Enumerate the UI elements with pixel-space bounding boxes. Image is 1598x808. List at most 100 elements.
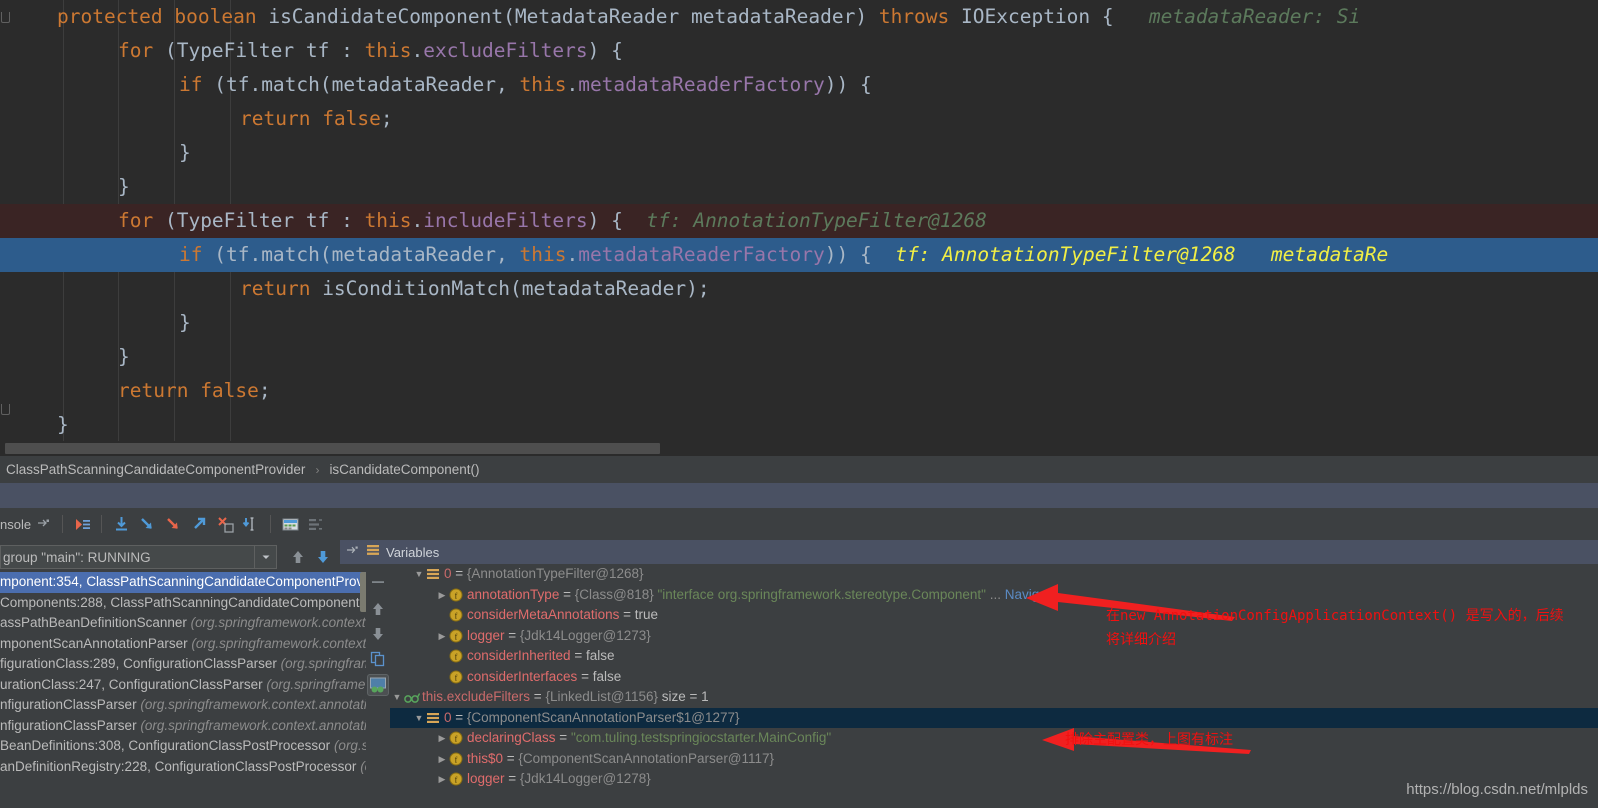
remove-watch-button[interactable] — [367, 571, 389, 593]
frame-row[interactable]: Components:288, ClassPathScanningCandida… — [0, 593, 375, 614]
frame-row[interactable]: nfigurationClassParser (org.springframew… — [0, 695, 375, 716]
code-token: this — [364, 209, 412, 232]
frame-row-label: nfigurationClassParser — [0, 717, 141, 733]
step-out-button[interactable] — [187, 512, 211, 536]
variable-equals: = — [555, 730, 571, 745]
chevron-down-icon[interactable]: ▼ — [412, 564, 426, 585]
move-down-button[interactable] — [367, 623, 389, 645]
variable-row[interactable]: ▶ f this$0 = {ComponentScanAnnotationParse… — [390, 749, 1598, 770]
frame-row[interactable]: mponentScanAnnotationParser (org.springf… — [0, 634, 375, 655]
variable-value: {Jdk14Logger@1273} — [519, 627, 651, 643]
editor-scrollbar-thumb[interactable] — [5, 443, 660, 454]
frame-row[interactable]: BeanDefinitions:308, ConfigurationClassP… — [0, 736, 375, 757]
code-token: return — [240, 277, 323, 300]
code-line[interactable]: return false; — [0, 102, 1598, 136]
variable-value: {AnnotationTypeFilter@1268} — [466, 566, 644, 581]
breadcrumb-method[interactable]: isCandidateComponent() — [327, 462, 481, 477]
frame-row[interactable]: assPathBeanDefinitionScanner (org.spring… — [0, 613, 375, 634]
code-token: this — [364, 39, 412, 62]
frame-row[interactable]: anDefinitionRegistry:228, ConfigurationC… — [0, 757, 375, 778]
code-line[interactable]: if (tf.match(metadataReader, this.metada… — [0, 238, 1598, 272]
code-line[interactable]: } — [0, 170, 1598, 204]
frame-row-label: assPathBeanDefinitionScanner — [0, 615, 191, 630]
code-token: ; — [380, 107, 393, 130]
frames-down-button[interactable] — [312, 546, 334, 568]
code-token: metadataReaderFactory — [578, 243, 825, 266]
chevron-down-icon[interactable]: ▼ — [412, 708, 426, 729]
svg-text:f: f — [455, 653, 458, 662]
step-into-button[interactable] — [135, 512, 159, 536]
breadcrumb-class[interactable]: ClassPathScanningCandidateComponentProvi… — [4, 462, 307, 477]
force-step-into-button[interactable] — [161, 512, 185, 536]
step-over-button[interactable] — [109, 512, 133, 536]
code-line[interactable]: return false; — [0, 374, 1598, 408]
code-line[interactable]: } — [0, 340, 1598, 374]
variable-name: considerInherited — [467, 648, 571, 663]
frame-row[interactable]: figurationClass:289, ConfigurationClassP… — [0, 654, 375, 675]
code-line[interactable]: } — [0, 408, 1598, 442]
variable-row[interactable]: ▶ f logger = {Jdk14Logger@1273} — [390, 626, 1598, 647]
variable-equals: = — [504, 771, 520, 786]
variable-value: false — [585, 648, 615, 663]
variable-value: {ComponentScanAnnotationParser$1@1277} — [466, 709, 740, 725]
variables-tab-row: Variables — [340, 540, 1598, 564]
code-token: (MetadataReader metadataReader) — [503, 5, 879, 28]
drop-frame-button[interactable] — [213, 512, 237, 536]
frame-row[interactable]: nfigurationClassParser (org.springframew… — [0, 716, 375, 737]
chevron-right-icon[interactable]: ▶ — [435, 585, 449, 606]
pin-icon — [36, 516, 50, 533]
variable-row[interactable]: f considerMetaAnnotations = true — [390, 605, 1598, 626]
chevron-right-icon[interactable]: ▶ — [435, 769, 449, 790]
navigate-link[interactable]: Navigate — [1005, 587, 1058, 602]
code-token: if — [179, 243, 215, 266]
frame-row[interactable]: urationClass:247, ConfigurationClassPars… — [0, 675, 375, 696]
code-editor[interactable]: protected boolean isCandidateComponent(M… — [0, 0, 1598, 455]
thread-selector[interactable]: group "main": RUNNING — [0, 545, 277, 569]
variable-equals: = — [559, 586, 575, 602]
code-line[interactable]: if (tf.match(metadataReader, this.metada… — [0, 68, 1598, 102]
watches-button[interactable] — [304, 512, 328, 536]
code-line[interactable]: protected boolean isCandidateComponent(M… — [0, 0, 1598, 34]
console-tab[interactable]: nsole — [0, 516, 50, 533]
ide-window: protected boolean isCandidateComponent(M… — [0, 0, 1598, 808]
frame-row-package: (org.springframewo — [266, 676, 375, 692]
chevron-right-icon[interactable]: ▶ — [435, 626, 449, 647]
frame-row[interactable]: mponent:354, ClassPathScanningCandidateC… — [0, 572, 375, 593]
variables-tree[interactable]: ▼ 0 = {AnnotationTypeFilter@1268} ▶ f annota… — [390, 564, 1598, 808]
frame-row-label: Components:288, ClassPathScanningCandida… — [0, 594, 375, 610]
evaluate-expression-button[interactable] — [278, 512, 302, 536]
frames-up-button[interactable] — [287, 546, 309, 568]
chevron-right-icon[interactable]: ▶ — [435, 749, 449, 770]
variable-row[interactable]: ▶ f declaringClass = "com.tuling.testsprin… — [390, 728, 1598, 749]
variable-row[interactable]: ▶ f annotationType = {Class@818} "interfac… — [390, 585, 1598, 606]
frames-list[interactable]: mponent:354, ClassPathScanningCandidateC… — [0, 572, 375, 808]
run-to-cursor-button[interactable] — [239, 512, 263, 536]
chevron-right-icon[interactable]: ▶ — [435, 728, 449, 749]
variable-row[interactable]: ▼ this.excludeFilters = {LinkedList@1156}… — [390, 687, 1598, 708]
copy-value-button[interactable] — [367, 648, 389, 670]
chevron-down-icon[interactable]: ▼ — [390, 687, 404, 708]
code-line[interactable]: return isConditionMatch(metadataReader); — [0, 272, 1598, 306]
show-execution-point-button[interactable] — [70, 512, 94, 536]
variable-name: logger — [467, 771, 505, 786]
frame-row-package: (org.springframework.context.an — [190, 615, 375, 630]
chevron-down-icon[interactable] — [254, 546, 276, 568]
tab-variables[interactable]: Variables — [386, 545, 439, 560]
watermark: https://blog.csdn.net/mlplds — [1406, 781, 1588, 798]
editor-horizontal-scrollbar[interactable] — [0, 441, 1598, 455]
variable-row[interactable]: f considerInterfaces = false — [390, 667, 1598, 688]
variable-name: declaringClass — [467, 730, 556, 745]
variable-row[interactable]: f considerInherited = false — [390, 646, 1598, 667]
code-token: )) { — [824, 73, 872, 96]
toolbar-separator — [270, 515, 272, 533]
code-line[interactable]: for (TypeFilter tf : this.includeFilters… — [0, 204, 1598, 238]
variable-value: {ComponentScanAnnotationParser@1117} — [518, 750, 775, 766]
move-up-button[interactable] — [367, 598, 389, 620]
code-line[interactable]: } — [0, 306, 1598, 340]
code-token: includeFilters — [423, 209, 588, 232]
frame-row-label: mponent:354, ClassPathScanningCandidateC… — [0, 574, 375, 589]
variable-row[interactable]: ▼ 0 = {AnnotationTypeFilter@1268} — [390, 564, 1598, 585]
variable-row[interactable]: ▼ 0 = {ComponentScanAnnotationParser$1@12… — [390, 707, 1598, 729]
code-line[interactable]: for (TypeFilter tf : this.excludeFilters… — [0, 34, 1598, 68]
code-line[interactable]: } — [0, 136, 1598, 170]
